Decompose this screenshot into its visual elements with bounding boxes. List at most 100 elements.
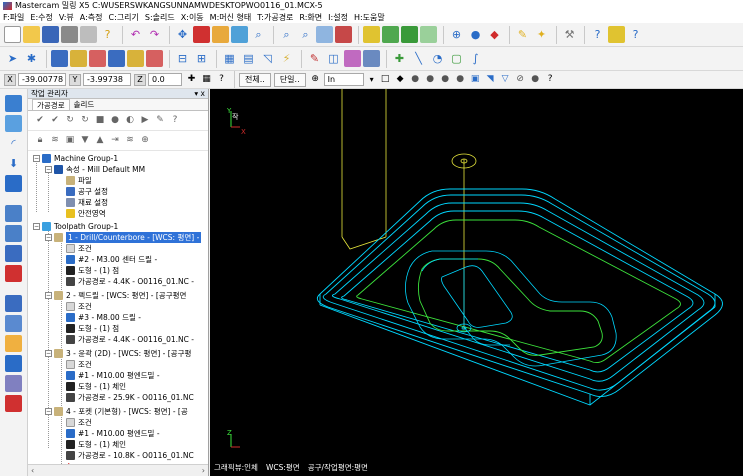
zoom-in-icon[interactable]: ⌕ bbox=[278, 26, 295, 43]
collapse-toggle[interactable]: − bbox=[45, 292, 52, 299]
wand-select-icon[interactable]: ◆ bbox=[394, 73, 407, 86]
verify-ops-icon[interactable]: ● bbox=[109, 115, 121, 127]
help-icon[interactable]: ? bbox=[99, 26, 116, 43]
level-icon[interactable]: ◆ bbox=[486, 26, 503, 43]
cplane-icon[interactable] bbox=[5, 175, 22, 192]
menu-create[interactable]: C:그리기 bbox=[109, 12, 139, 23]
collapse-toggle[interactable]: − bbox=[45, 350, 52, 357]
collapse-toggle[interactable]: − bbox=[45, 408, 52, 415]
table-icon[interactable]: ▦ bbox=[221, 50, 238, 67]
tree-tool-settings[interactable]: 공구 설정 bbox=[66, 186, 108, 197]
pencil-icon[interactable]: ✎ bbox=[514, 26, 531, 43]
select-single-button[interactable]: 단일.. bbox=[273, 72, 306, 87]
plane-icon[interactable]: ⊟ bbox=[174, 50, 191, 67]
menu-file[interactable]: F:파일 bbox=[3, 12, 24, 23]
point-icon[interactable]: ✚ bbox=[391, 50, 408, 67]
new-file-icon[interactable] bbox=[4, 26, 21, 43]
highfeed-icon[interactable]: ✎ bbox=[154, 115, 166, 127]
tree-op3-params[interactable]: 조건 bbox=[66, 359, 92, 370]
quick-help-icon[interactable]: ? bbox=[627, 26, 644, 43]
highlight-icon[interactable] bbox=[608, 26, 625, 43]
statistics-icon[interactable] bbox=[5, 395, 22, 412]
menu-screen[interactable]: R:화면 bbox=[299, 12, 322, 23]
collapse-toggle[interactable]: − bbox=[33, 155, 40, 162]
scroll-left-icon[interactable]: ‹ bbox=[31, 466, 34, 475]
tree-op4-geometry[interactable]: 도형 - (1) 체인 bbox=[66, 439, 126, 450]
tools-icon[interactable]: ⚒ bbox=[561, 26, 578, 43]
verify-icon[interactable] bbox=[5, 355, 22, 372]
tree-op2-toolpath[interactable]: 가공경로 - 4.4K - O0116_01.NC - bbox=[66, 334, 194, 345]
wand-icon[interactable]: ✦ bbox=[533, 26, 550, 43]
tree-machine-group[interactable]: Machine Group-1 bbox=[42, 153, 118, 164]
post-ops-icon[interactable]: ▶ bbox=[139, 115, 151, 127]
tree-op2-geometry[interactable]: 도형 - (1) 점 bbox=[66, 323, 119, 334]
color-icon[interactable]: ● bbox=[467, 26, 484, 43]
zoom-window-icon[interactable] bbox=[212, 26, 229, 43]
rectangle-icon[interactable]: ▢ bbox=[448, 50, 465, 67]
fastpoint-icon[interactable]: ▦ bbox=[200, 73, 213, 86]
tree-op3-tool[interactable]: #1 - M10.00 평엔드밀 - bbox=[66, 370, 160, 381]
redo-icon[interactable]: ↷ bbox=[146, 26, 163, 43]
solid-icon[interactable] bbox=[363, 26, 380, 43]
top-view-icon[interactable] bbox=[5, 95, 22, 112]
query-icon[interactable]: ? bbox=[589, 26, 606, 43]
solid-shaded-icon[interactable] bbox=[382, 26, 399, 43]
graphics-viewport[interactable]: 작 X Y Z 그래픽뷰:인체 WCS:평면 공구/작업평면:평면 bbox=[210, 89, 743, 476]
menu-edit[interactable]: E:수정 bbox=[30, 12, 52, 23]
y-coordinate-field[interactable]: -3.99738 bbox=[83, 73, 131, 86]
arc-icon[interactable]: ◔ bbox=[429, 50, 446, 67]
menu-help[interactable]: H:도움말 bbox=[354, 12, 385, 23]
menu-analyze[interactable]: A:측정 bbox=[80, 12, 103, 23]
verify-select-icon[interactable]: ● bbox=[529, 73, 542, 86]
tree-files[interactable]: 파일 bbox=[66, 175, 92, 186]
xform-mirror-icon[interactable] bbox=[70, 50, 87, 67]
backplot-icon[interactable] bbox=[5, 335, 22, 352]
coord-help-icon[interactable]: ? bbox=[215, 73, 228, 86]
ops-help-icon[interactable]: ? bbox=[169, 115, 181, 127]
select-all-button[interactable]: 전체.. bbox=[239, 72, 271, 87]
print-preview-icon[interactable] bbox=[80, 26, 97, 43]
tree-op1-params[interactable]: 조건 bbox=[66, 243, 92, 254]
xform-translate-icon[interactable] bbox=[51, 50, 68, 67]
fit-icon[interactable] bbox=[193, 26, 210, 43]
tree-op1-toolpath[interactable]: 가공경로 - 4.4K - O0116_01.NC - bbox=[66, 276, 194, 287]
side-view-icon[interactable]: ◜ bbox=[5, 135, 22, 152]
move-up-icon[interactable]: ▲ bbox=[94, 135, 106, 147]
view-icon[interactable]: ⊞ bbox=[193, 50, 210, 67]
tree-properties[interactable]: 속성 - Mill Default MM bbox=[54, 164, 145, 175]
solid-revolve-icon[interactable] bbox=[363, 50, 380, 67]
tree-op4-params[interactable]: 조건 bbox=[66, 417, 92, 428]
tab-solids[interactable]: 솔리드 bbox=[70, 99, 99, 110]
select-filter-2-icon[interactable]: ● bbox=[424, 73, 437, 86]
simulate-icon[interactable]: ◐ bbox=[124, 115, 136, 127]
chevron-down-icon[interactable]: ▾ bbox=[367, 73, 377, 86]
regenerate-dirty-icon[interactable]: ↻ bbox=[79, 115, 91, 127]
translucency-icon[interactable] bbox=[5, 315, 22, 332]
xform-rotate-icon[interactable] bbox=[89, 50, 106, 67]
select-dirty-ops-icon[interactable]: ✔ bbox=[49, 115, 61, 127]
selection-mode-select[interactable]: In bbox=[323, 73, 364, 86]
tree-op1-geometry[interactable]: 도형 - (1) 점 bbox=[66, 265, 119, 276]
select-filter-4-icon[interactable]: ● bbox=[454, 73, 467, 86]
gview-icon[interactable] bbox=[5, 225, 22, 242]
tree-op2-tool[interactable]: #3 - M8.00 드릴 - bbox=[66, 312, 141, 323]
xform-array-icon[interactable] bbox=[146, 50, 163, 67]
panel-close-button[interactable]: ▾ x bbox=[194, 89, 205, 98]
tree-safety-zone[interactable]: 안전영역 bbox=[66, 208, 106, 219]
surface-icon[interactable]: ◫ bbox=[325, 50, 342, 67]
grid-icon[interactable]: ▤ bbox=[240, 50, 257, 67]
rotate-view-icon[interactable] bbox=[5, 245, 22, 262]
unzoom-icon[interactable] bbox=[231, 26, 248, 43]
collapse-toggle[interactable]: − bbox=[45, 166, 52, 173]
tree-op2-params[interactable]: 조건 bbox=[66, 301, 92, 312]
lock-icon[interactable]: 🔒︎ bbox=[34, 135, 46, 147]
no-select-icon[interactable]: ⊘ bbox=[514, 73, 527, 86]
z-coordinate-field[interactable]: 0.0 bbox=[148, 73, 182, 86]
front-view-icon[interactable] bbox=[5, 115, 22, 132]
tab-toolpaths[interactable]: 가공경로 bbox=[32, 99, 70, 110]
print-icon[interactable] bbox=[61, 26, 78, 43]
undo-icon[interactable]: ↶ bbox=[127, 26, 144, 43]
globe-icon[interactable]: ⊕ bbox=[448, 26, 465, 43]
asterisk-icon[interactable]: ✱ bbox=[23, 50, 40, 67]
shading-icon[interactable] bbox=[5, 295, 22, 312]
